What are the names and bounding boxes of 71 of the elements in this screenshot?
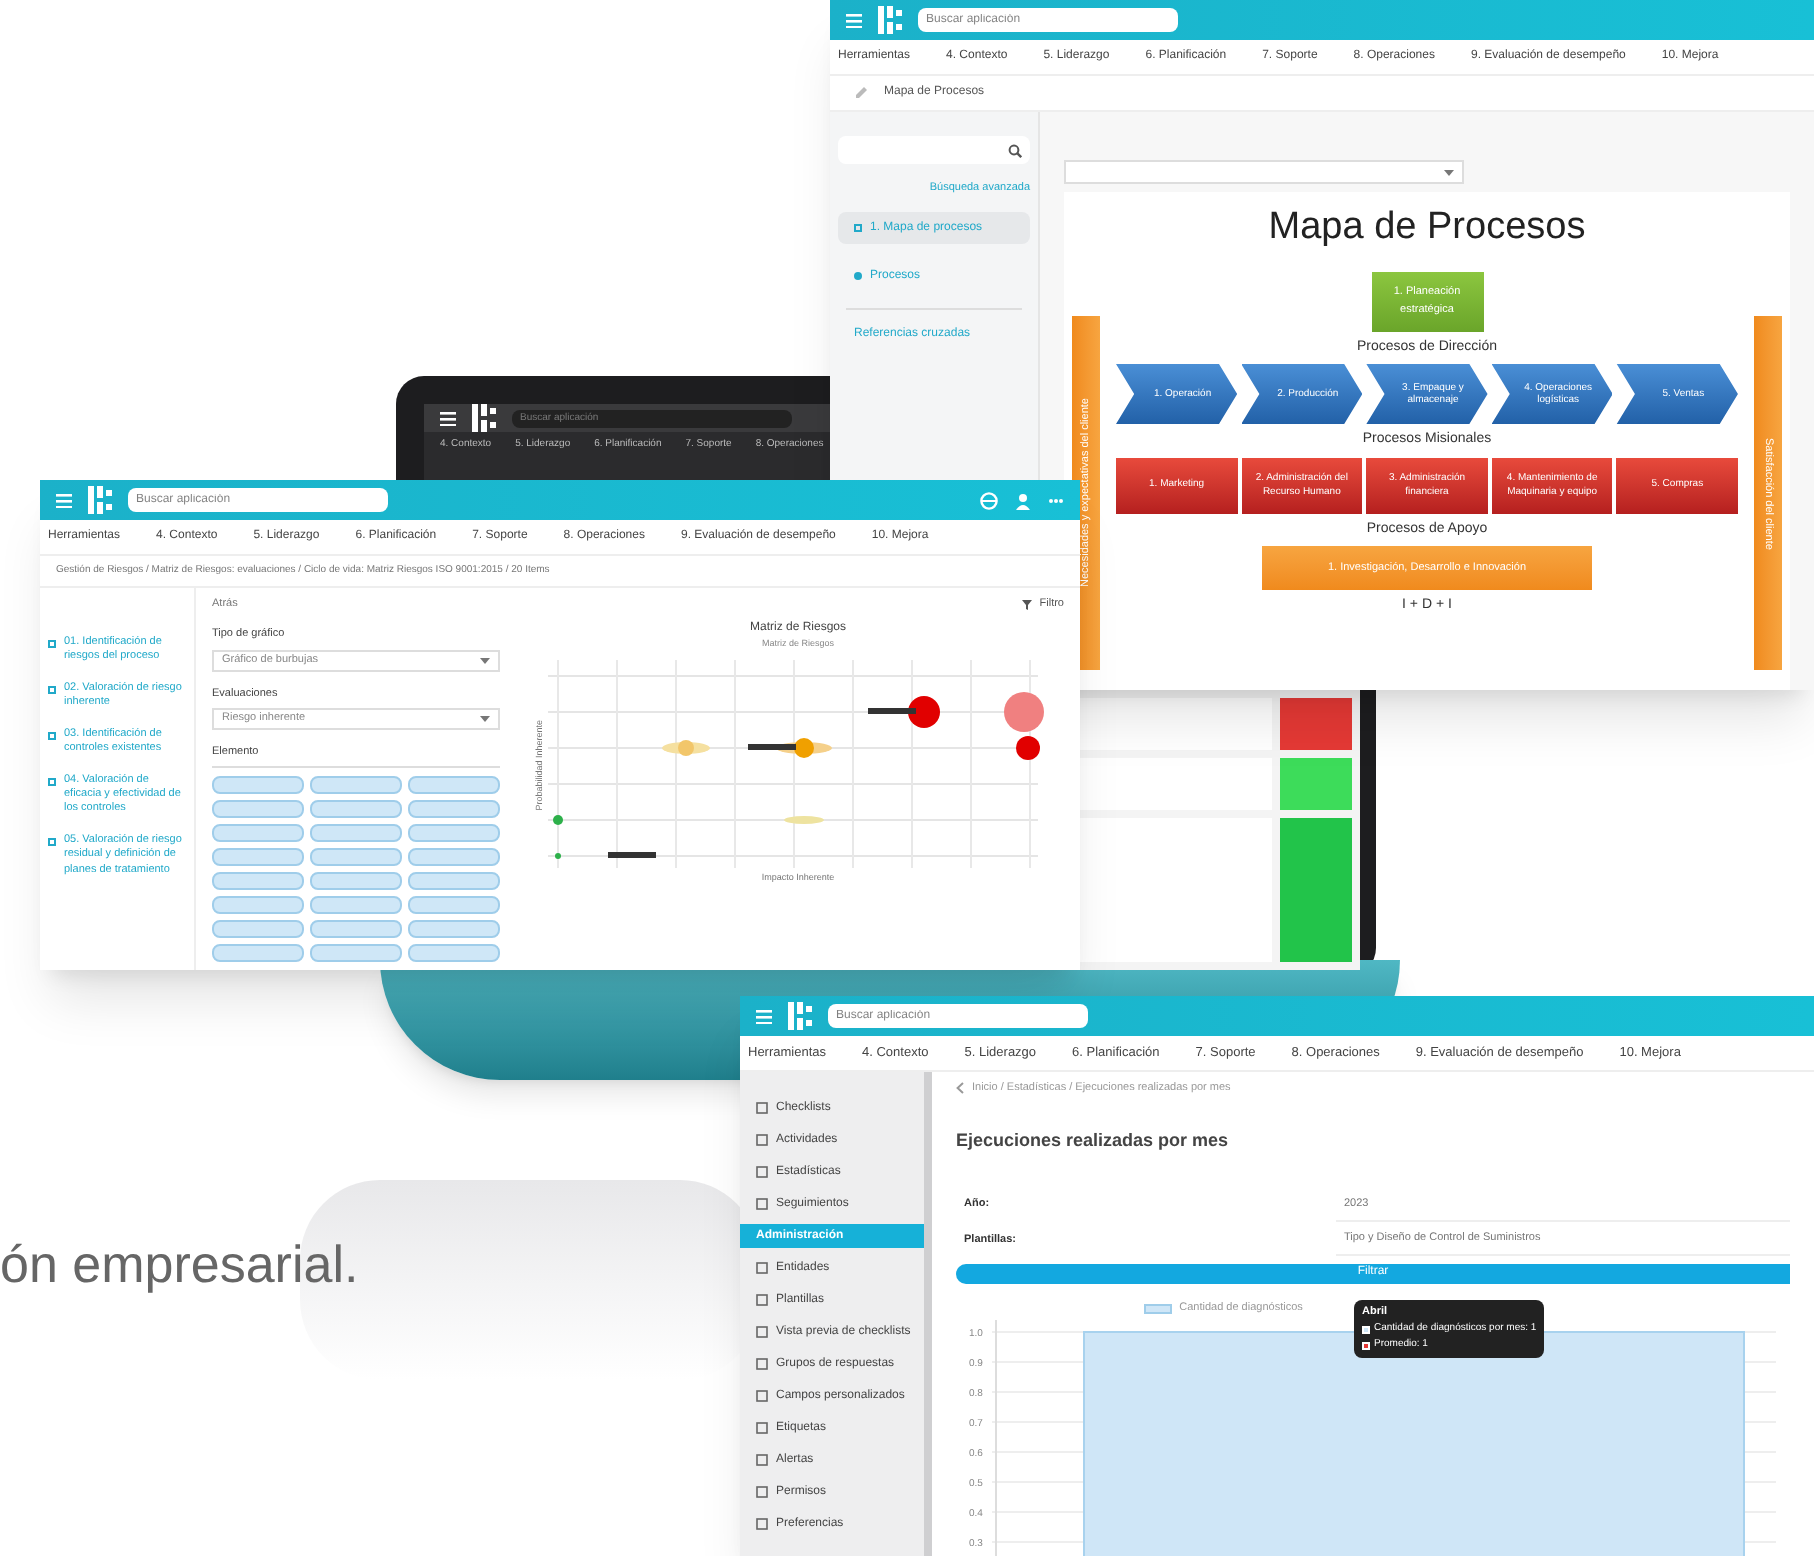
list-icon — [756, 1454, 768, 1466]
list-icon — [756, 1326, 768, 1338]
list-icon — [756, 1198, 768, 1210]
element-tag[interactable] — [408, 824, 500, 842]
element-tag[interactable] — [212, 872, 304, 890]
element-tag[interactable] — [310, 920, 402, 938]
risk-cell — [1280, 758, 1352, 810]
list-icon — [756, 1262, 768, 1274]
element-tag[interactable] — [310, 824, 402, 842]
legend-swatch — [1143, 1304, 1172, 1314]
diagram-title: Mapa de Procesos — [1268, 204, 1586, 252]
element-tag[interactable] — [408, 896, 500, 914]
bubble-label-mark — [748, 744, 796, 750]
element-tag[interactable] — [408, 776, 500, 794]
element-tag[interactable] — [310, 800, 402, 818]
more-icon — [1048, 497, 1064, 503]
risk-cell — [1280, 818, 1352, 962]
element-tag[interactable] — [212, 776, 304, 794]
element-tag[interactable] — [408, 800, 500, 818]
element-tag[interactable] — [408, 920, 500, 938]
list-icon — [756, 1134, 768, 1146]
bubble — [908, 696, 940, 728]
pencil-icon — [854, 86, 868, 100]
element-tag[interactable] — [408, 872, 500, 890]
logo-icon — [472, 404, 496, 432]
bubble — [662, 740, 710, 756]
list-icon — [756, 1358, 768, 1370]
element-tag[interactable] — [310, 848, 402, 866]
list-icon — [756, 1294, 768, 1306]
intro-text: ón empresarial. — [0, 1232, 359, 1298]
element-tag[interactable] — [212, 920, 304, 938]
list-icon — [756, 1486, 768, 1498]
page-title: Ejecuciones realizadas por mes — [956, 1128, 1231, 1155]
search-field[interactable] — [838, 136, 1030, 164]
element-tag[interactable] — [408, 848, 500, 866]
element-tag[interactable] — [310, 776, 402, 794]
element-tag[interactable] — [212, 944, 304, 962]
bubble-label-mark — [608, 852, 656, 858]
risk-cell — [1280, 698, 1352, 750]
back-icon — [956, 1082, 964, 1095]
user-icon — [1014, 491, 1032, 509]
list-icon — [756, 1102, 768, 1114]
logo-icon — [788, 1002, 812, 1030]
caret-icon — [480, 715, 490, 722]
element-tag[interactable] — [212, 896, 304, 914]
caret-icon — [480, 657, 490, 663]
element-tag[interactable] — [310, 872, 402, 890]
list-icon — [756, 1166, 768, 1178]
element-tag[interactable] — [212, 848, 304, 866]
element-tag[interactable] — [310, 944, 402, 962]
list-icon — [756, 1422, 768, 1434]
logo-icon — [88, 486, 112, 514]
element-tag[interactable] — [212, 824, 304, 842]
logo-icon — [878, 6, 902, 34]
element-tag[interactable] — [310, 896, 402, 914]
caret-icon — [1444, 169, 1454, 175]
bubble-label-mark — [868, 708, 916, 714]
search-icon — [1008, 143, 1022, 157]
dropdown[interactable] — [1064, 160, 1464, 184]
bubble — [1004, 692, 1044, 732]
globe-icon — [980, 491, 998, 509]
bubble — [553, 815, 563, 825]
element-tag[interactable] — [408, 944, 500, 962]
menu-icon[interactable] — [440, 411, 456, 425]
bubble — [555, 853, 561, 859]
bubble — [784, 816, 824, 824]
bubble — [1016, 736, 1040, 760]
list-icon — [756, 1518, 768, 1530]
element-tag[interactable] — [212, 800, 304, 818]
filter-icon — [1021, 599, 1032, 610]
list-icon — [756, 1390, 768, 1402]
